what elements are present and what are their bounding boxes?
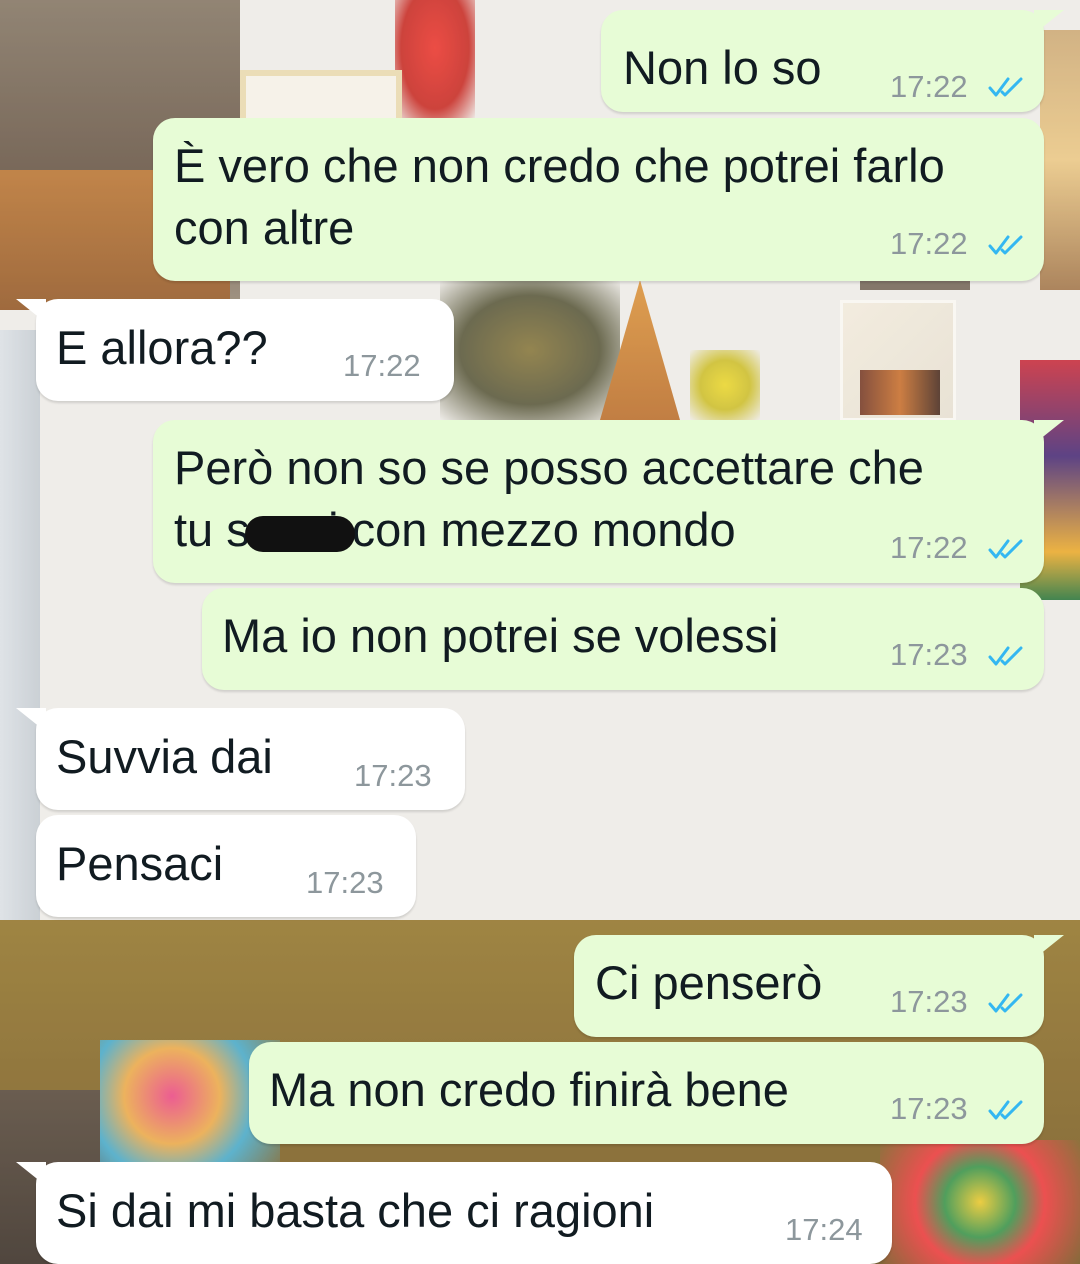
message-time: 17:23 (306, 865, 384, 900)
double-check-read-icon (988, 646, 1023, 666)
message-time: 17:23 (890, 637, 968, 672)
double-check-read-icon (988, 993, 1023, 1013)
double-check-read-icon (988, 235, 1023, 255)
message-text: Ma io non potrei se volessi (222, 609, 779, 662)
message-text: Si dai mi basta che ci ragioni (56, 1184, 655, 1237)
message-time: 17:23 (890, 1091, 968, 1126)
message-outgoing[interactable]: È vero che non credo che potrei farlo co… (153, 118, 1044, 281)
bubble-tail (16, 299, 46, 323)
message-text: È vero che non credo che potrei farlo co… (174, 139, 945, 254)
message-outgoing[interactable]: Ma non credo finirà bene 17:23 (249, 1042, 1044, 1144)
message-incoming[interactable]: E allora?? 17:22 (16, 299, 454, 401)
message-incoming[interactable]: Pensaci 17:23 (36, 815, 416, 917)
redaction-mark (245, 516, 355, 552)
message-text: Non lo so (623, 41, 822, 94)
bubble-tail (16, 708, 46, 732)
message-text: Ma non credo finirà bene (269, 1063, 789, 1116)
bubble-tail (1034, 10, 1064, 34)
message-text: E allora?? (56, 321, 268, 374)
double-check-read-icon (988, 77, 1023, 97)
message-time: 17:22 (890, 69, 968, 104)
message-text: Suvvia dai (56, 730, 273, 783)
message-text: Ci penserò (595, 956, 823, 1009)
message-outgoing[interactable]: Non lo so 17:22 (601, 10, 1064, 112)
bubble-tail (1034, 935, 1064, 959)
message-incoming[interactable]: Si dai mi basta che ci ragioni 17:24 (16, 1162, 892, 1264)
message-list[interactable]: Non lo so 17:22 È vero che non credo che… (0, 0, 1080, 1264)
message-incoming[interactable]: Suvvia dai 17:23 (16, 708, 465, 810)
message-time: 17:22 (890, 530, 968, 565)
message-time: 17:22 (890, 226, 968, 261)
message-text: Pensaci (56, 837, 224, 890)
message-time: 17:24 (785, 1212, 863, 1247)
bubble-tail (16, 1162, 46, 1186)
message-outgoing[interactable]: Ci penserò 17:23 (574, 935, 1064, 1037)
message-outgoing[interactable]: Però non so se posso accettare che tu s … (153, 420, 1064, 583)
double-check-read-icon (988, 1100, 1023, 1120)
message-time: 17:23 (354, 758, 432, 793)
double-check-read-icon (988, 539, 1023, 559)
bubble-tail (1034, 420, 1064, 444)
message-time: 17:22 (343, 348, 421, 383)
message-outgoing[interactable]: Ma io non potrei se volessi 17:23 (202, 588, 1044, 690)
message-time: 17:23 (890, 984, 968, 1019)
